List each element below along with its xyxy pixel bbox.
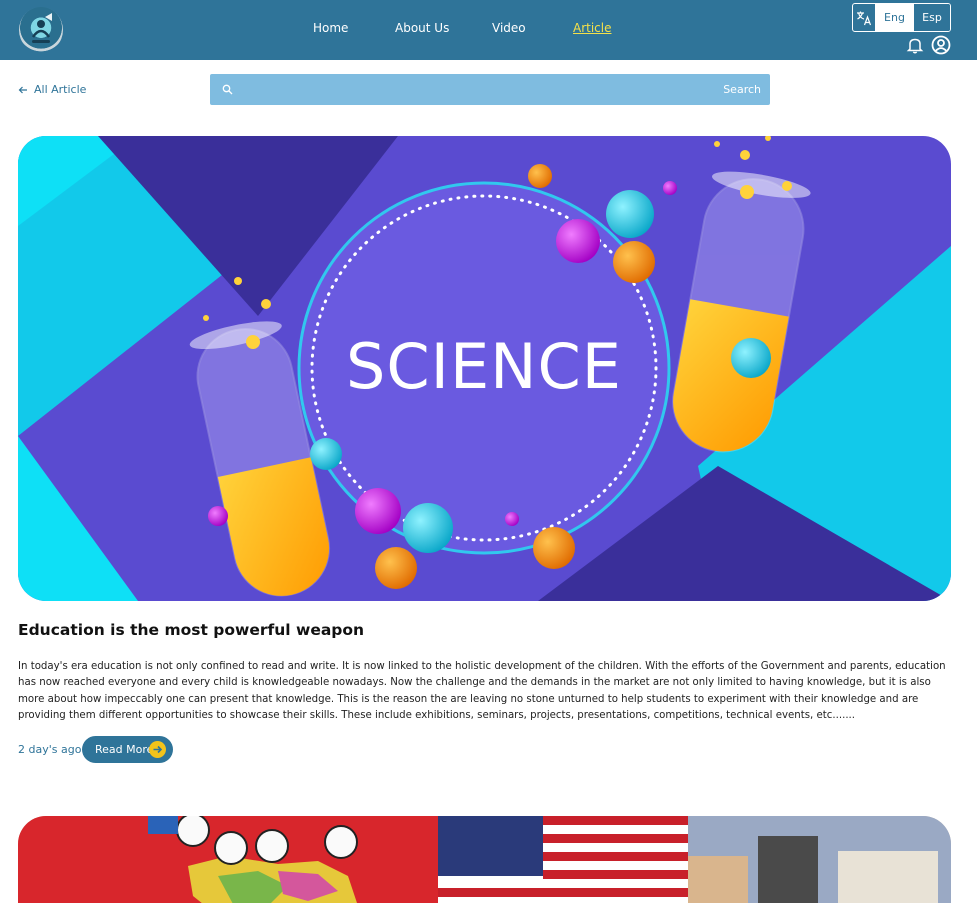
top-navbar: Home About Us Video Article Eng Esp <box>0 0 977 60</box>
hero-image-text: SCIENCE <box>346 330 622 403</box>
user-circle-icon[interactable] <box>931 35 951 55</box>
search-icon <box>222 84 233 95</box>
nav-home[interactable]: Home <box>313 21 348 35</box>
site-logo[interactable] <box>19 7 63 53</box>
search-button[interactable]: Search <box>723 83 761 96</box>
language-eng-button[interactable]: Eng <box>875 4 914 31</box>
article-timestamp: 2 day's ago <box>18 743 82 756</box>
arrow-right-icon <box>149 741 166 758</box>
translate-icon <box>853 4 875 31</box>
back-link-label: All Article <box>34 83 87 96</box>
article-hero-image[interactable]: SCIENCE <box>18 136 951 601</box>
read-more-button[interactable]: Read More <box>82 736 173 763</box>
read-more-label: Read More <box>95 743 154 756</box>
search-bar: Search <box>210 74 770 105</box>
search-input[interactable] <box>240 78 710 101</box>
language-esp-button[interactable]: Esp <box>914 4 950 31</box>
nav-about-us[interactable]: About Us <box>395 21 449 35</box>
bell-icon[interactable] <box>906 36 924 54</box>
language-switcher: Eng Esp <box>852 3 951 32</box>
article-excerpt: In today's era education is not only con… <box>18 661 946 721</box>
all-article-back-link[interactable]: All Article <box>18 83 86 96</box>
nav-video[interactable]: Video <box>492 21 526 35</box>
article-title[interactable]: Education is the most powerful weapon <box>18 621 364 639</box>
next-article-hero-image[interactable] <box>18 816 951 903</box>
nav-article[interactable]: Article <box>573 21 612 35</box>
arrow-left-icon <box>18 86 27 93</box>
